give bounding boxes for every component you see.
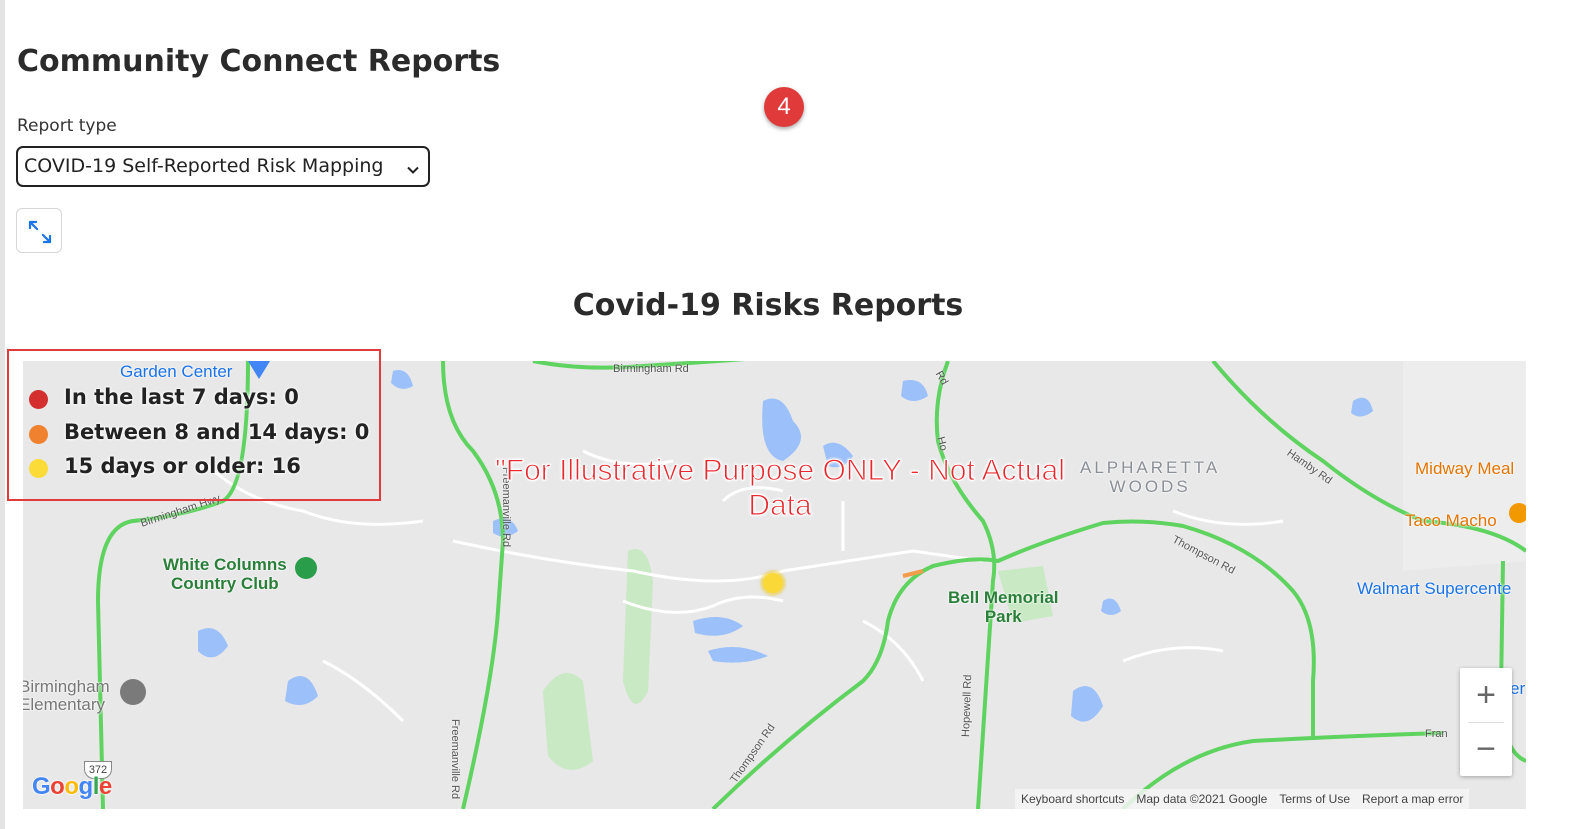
map-place-midway-meal: Midway Meal [1415, 459, 1515, 478]
map-place-white-columns-line2: Country Club [171, 574, 279, 593]
school-icon [120, 679, 146, 705]
step-badge: 4 [764, 87, 804, 127]
map-place-white-columns-line1: White Columns [163, 555, 287, 574]
map-place-bell-memorial-line2: Park [984, 607, 1022, 626]
page-title: Community Connect Reports [17, 44, 501, 79]
golf-icon [295, 557, 317, 579]
google-logo-g2: g [78, 773, 94, 800]
google-logo: Google [32, 773, 112, 801]
legend-dot-red [29, 390, 48, 409]
google-logo-o1: o [50, 773, 65, 800]
report-map-error-link[interactable]: Report a map error [1356, 792, 1469, 806]
map-place-birmingham-line1: Birmingham [23, 677, 110, 696]
map-data-text: Map data ©2021 Google [1136, 792, 1268, 806]
map-place-birmingham-elementary: Birmingham Elementary [23, 678, 110, 714]
map-place-edge-partial: er [1510, 679, 1526, 698]
map-title: Covid-19 Risks Reports [572, 288, 964, 323]
chevron-down-icon [407, 162, 419, 180]
report-type-label: Report type [17, 116, 117, 136]
risk-legend: In the last 7 days: 0 Between 8 and 14 d… [7, 349, 381, 501]
disclaimer-line2: Data [748, 489, 812, 523]
map-place-white-columns: White Columns Country Club [163, 555, 287, 593]
zoom-out-button[interactable]: − [1460, 722, 1512, 776]
map-place-bell-memorial: Bell Memorial Park [948, 588, 1059, 626]
legend-label: In the last 7 days: 0 [64, 385, 299, 409]
restaurant-icon [1509, 503, 1526, 523]
zoom-in-button[interactable]: + [1460, 668, 1512, 722]
illustrative-disclaimer: "For Illustrative Purpose ONLY - Not Act… [430, 453, 1130, 523]
terms-of-use-link[interactable]: Terms of Use [1273, 792, 1356, 806]
road-label-fran: Fran [1425, 728, 1448, 740]
map-place-walmart: Walmart Supercente [1357, 579, 1512, 598]
google-logo-e: e [98, 773, 112, 800]
keyboard-shortcuts-link[interactable]: Keyboard shortcuts [1015, 792, 1130, 806]
report-type-selected-value: COVID-19 Self-Reported Risk Mapping [24, 155, 384, 177]
map-place-birmingham-line2: Elementary [23, 695, 105, 714]
legend-dot-orange [29, 425, 48, 444]
expand-arrows-icon [28, 220, 52, 244]
google-logo-o2: o [64, 773, 79, 800]
google-logo-g: G [32, 773, 51, 800]
left-border [0, 0, 5, 829]
legend-label: Between 8 and 14 days: 0 [64, 420, 370, 444]
expand-map-button[interactable] [16, 208, 62, 253]
risk-report-marker[interactable] [763, 573, 783, 593]
road-label-freemanville-rd-south: Freemanville Rd [449, 719, 461, 800]
map-place-taco-macho: Taco Macho [1405, 511, 1497, 530]
road-label-hopewell-rd: Hopewell Rd [960, 674, 975, 738]
map-zoom-control: + − [1460, 668, 1512, 776]
map-attribution: Keyboard shortcuts Map data ©2021 Google T… [1015, 789, 1470, 809]
disclaimer-line1: "For Illustrative Purpose ONLY - Not Act… [495, 454, 1066, 488]
road-label-birmingham-rd: Birmingham Rd [613, 363, 689, 375]
legend-label: 15 days or older: 16 [64, 454, 301, 478]
map-place-bell-memorial-line1: Bell Memorial [948, 588, 1059, 607]
report-type-select[interactable]: COVID-19 Self-Reported Risk Mapping [16, 146, 430, 187]
legend-dot-yellow [29, 459, 48, 478]
